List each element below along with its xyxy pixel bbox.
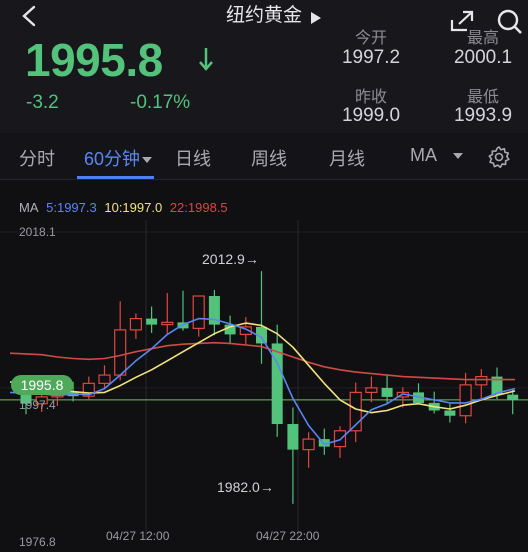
candle-body xyxy=(459,384,472,417)
stat-value-low: 1993.9 xyxy=(453,105,513,126)
ma22-line xyxy=(9,341,515,381)
dropdown-caret-icon xyxy=(142,157,153,164)
stat-label-high: 最高 xyxy=(466,30,499,47)
tab-60min[interactable]: 60分钟 xyxy=(84,145,153,171)
tab-label: 60分钟 xyxy=(84,149,141,169)
candle-body xyxy=(507,394,519,400)
active-tab-indicator xyxy=(77,176,154,179)
candle-body xyxy=(146,318,158,325)
candle-body xyxy=(365,387,378,393)
tab-monthly[interactable]: 月线 xyxy=(329,145,365,171)
y-tick-label: 2018.1 xyxy=(19,225,56,239)
quote-header: 纽约黄金 1995.8 -3.2 -0.17% 今开 1997.2 最高 200… xyxy=(0,0,528,133)
y-tick-label: 1997.4 xyxy=(19,398,56,412)
candle-body xyxy=(129,317,142,331)
stat-value-prev-close: 1999.0 xyxy=(341,105,401,126)
tab-label: 日线 xyxy=(175,149,211,169)
tab-timeshare[interactable]: 分时 xyxy=(19,145,55,171)
candlestick-chart[interactable]: 2018.1 1997.4 1976.8 04/27 12:00 04/27 22:00… xyxy=(0,180,528,552)
candle-body xyxy=(98,374,111,384)
tab-label: MA xyxy=(410,145,437,165)
tab-label: 周线 xyxy=(251,149,287,169)
price-change-percent: -0.17% xyxy=(130,92,191,113)
low-annotation: 1982.0→ xyxy=(217,479,274,495)
candle-body xyxy=(161,321,174,326)
last-price: 1995.8 xyxy=(25,34,163,86)
tab-ma-indicator[interactable]: MA xyxy=(410,145,463,166)
candle-body xyxy=(287,424,299,450)
tab-label: 月线 xyxy=(329,149,365,169)
candle-body xyxy=(114,329,127,376)
stat-value-high: 2000.1 xyxy=(453,47,513,68)
tab-weekly[interactable]: 周线 xyxy=(251,145,287,171)
down-arrow-icon xyxy=(199,48,213,71)
candle-body xyxy=(302,438,315,451)
stat-label-low: 最低 xyxy=(466,89,499,106)
dropdown-caret-icon xyxy=(453,153,463,160)
candle-body xyxy=(381,387,393,397)
stat-value-open: 1997.2 xyxy=(341,47,401,68)
y-tick-label: 1976.8 xyxy=(19,535,56,549)
candle-body xyxy=(192,295,205,329)
high-annotation: 2012.9→ xyxy=(202,251,259,267)
price-change: -3.2 xyxy=(26,92,59,113)
next-icon[interactable] xyxy=(311,12,321,24)
x-tick-label: 04/27 22:00 xyxy=(256,529,320,543)
gear-icon[interactable] xyxy=(487,145,511,169)
x-tick-label: 04/27 12:00 xyxy=(106,529,170,543)
tab-daily[interactable]: 日线 xyxy=(175,145,211,171)
stat-label-open: 今开 xyxy=(354,30,387,47)
tab-label: 分时 xyxy=(19,149,55,169)
current-price-badge: 1995.8 xyxy=(11,375,73,395)
stat-label-prev-close: 昨收 xyxy=(354,89,387,106)
candle-body xyxy=(444,410,456,416)
period-tabs: 分时 60分钟 日线 周线 月线 MA xyxy=(0,133,528,180)
candle-body xyxy=(475,375,488,386)
